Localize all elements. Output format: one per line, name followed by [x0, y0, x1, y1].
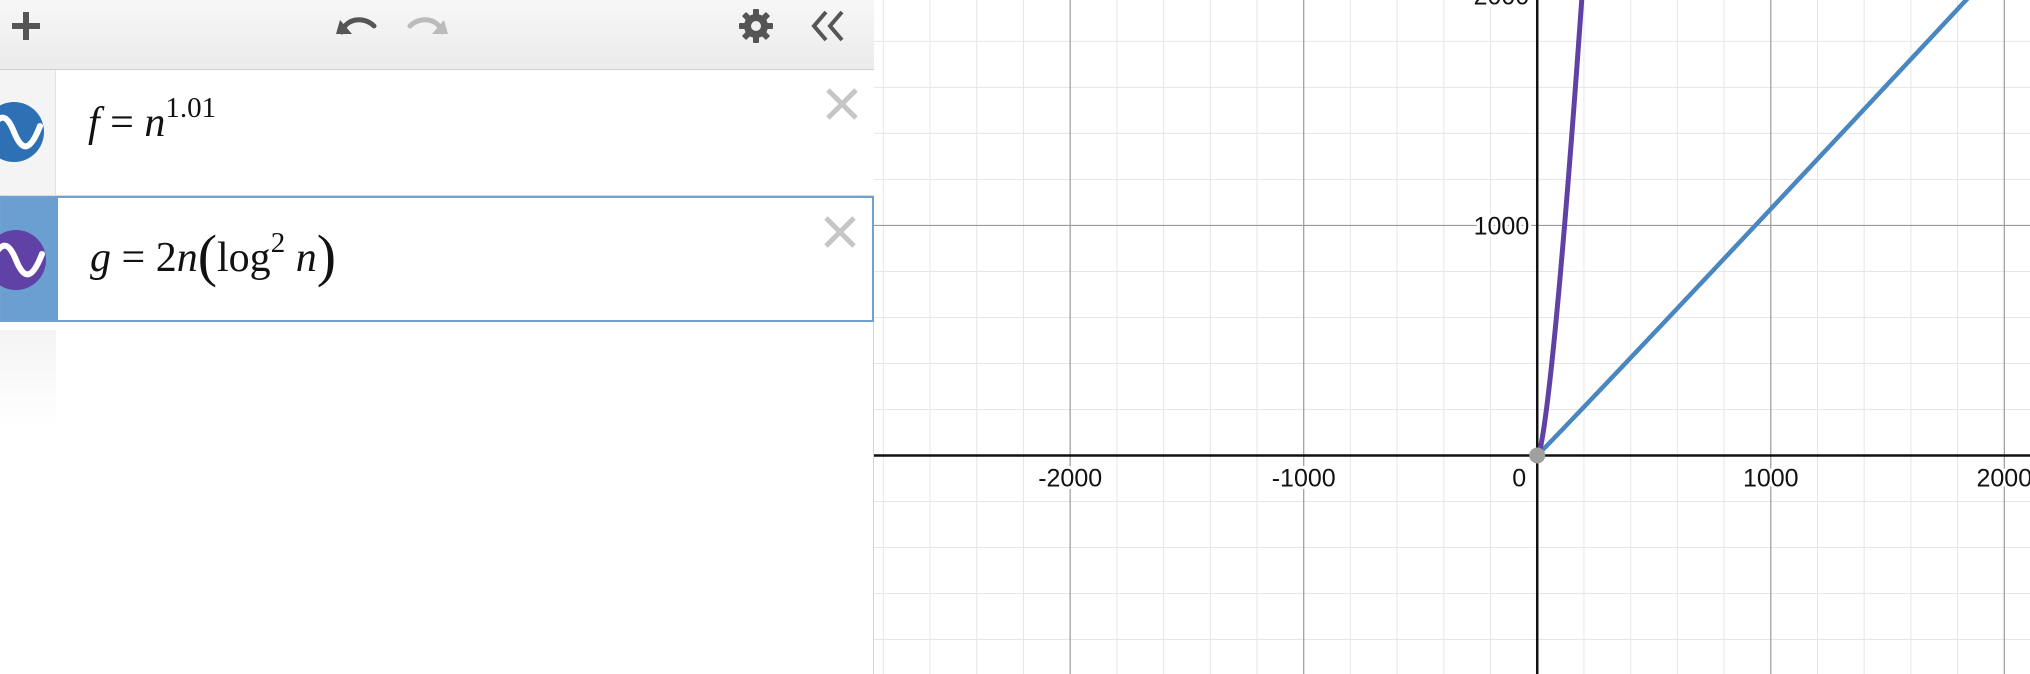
expression-toolbar	[0, 0, 874, 70]
double-chevron-left-icon	[811, 10, 844, 42]
undo-button[interactable]	[330, 0, 382, 52]
wave-icon[interactable]	[0, 102, 44, 162]
undo-icon	[336, 17, 377, 35]
tick-labels: -2000 -1000 0 1000 2000 1000 2000	[1035, 0, 2030, 495]
x-tick-label: 2000	[1976, 464, 2030, 492]
graph-canvas[interactable]: -2000 -1000 0 1000 2000 1000 2000	[874, 0, 2030, 674]
expression-gutter	[0, 198, 58, 320]
function-name: g	[90, 235, 111, 281]
log-argument: n	[295, 235, 317, 281]
expression-gutter	[0, 70, 56, 195]
function-log: log	[217, 235, 271, 281]
variable: n	[176, 235, 198, 281]
y-tick-label: 1000	[1474, 212, 1530, 240]
plus-icon	[12, 12, 40, 40]
x-tick-label: -1000	[1272, 464, 1336, 492]
axes	[874, 0, 2030, 674]
empty-expression-gutter	[0, 330, 56, 430]
close-paren: )	[316, 223, 337, 288]
graphing-calculator: f = n1.01 g = 2n(log2 n) -2000 -1000 0 1…	[0, 0, 2030, 674]
add-expression-button[interactable]	[0, 0, 52, 52]
collapse-panel-button[interactable]	[802, 0, 854, 52]
curve-g[interactable]	[1534, 0, 1585, 458]
redo-icon	[407, 17, 448, 35]
coefficient: 2	[155, 235, 177, 281]
close-icon	[826, 88, 858, 120]
expression-g-formula[interactable]: g = 2n(log2 n)	[90, 218, 337, 288]
y-tick-label: 2000	[1474, 0, 1530, 10]
x-tick-label: 1000	[1743, 464, 1799, 492]
expression-panel: f = n1.01 g = 2n(log2 n)	[0, 0, 874, 674]
major-gridlines	[874, 0, 2030, 674]
graph-svg[interactable]: -2000 -1000 0 1000 2000 1000 2000	[874, 0, 2030, 674]
function-name: f	[88, 100, 100, 146]
expression-list: f = n1.01 g = 2n(log2 n)	[0, 70, 874, 322]
expression-row-g[interactable]: g = 2n(log2 n)	[0, 196, 874, 322]
expression-f-formula[interactable]: f = n1.01	[88, 92, 216, 147]
equals-sign: =	[110, 100, 134, 146]
open-paren: (	[197, 223, 218, 288]
expression-row-f[interactable]: f = n1.01	[0, 70, 874, 196]
base-variable: n	[144, 100, 166, 146]
gear-icon	[739, 9, 773, 43]
close-icon	[824, 216, 856, 248]
equals-sign: =	[121, 235, 146, 281]
settings-button[interactable]	[730, 0, 782, 52]
curves	[1529, 0, 2030, 464]
wave-icon[interactable]	[0, 230, 46, 290]
x-tick-label: -2000	[1038, 464, 1102, 492]
log-exponent: 2	[270, 227, 286, 259]
x-tick-label: 0	[1512, 464, 1526, 492]
exponent: 1.01	[165, 92, 217, 124]
delete-expression-button[interactable]	[820, 82, 864, 126]
minor-gridlines	[874, 0, 2030, 674]
redo-button[interactable]	[402, 0, 454, 52]
curve-f[interactable]	[1534, 0, 2030, 458]
delete-expression-button[interactable]	[818, 210, 862, 254]
origin-point[interactable]	[1529, 447, 1546, 464]
